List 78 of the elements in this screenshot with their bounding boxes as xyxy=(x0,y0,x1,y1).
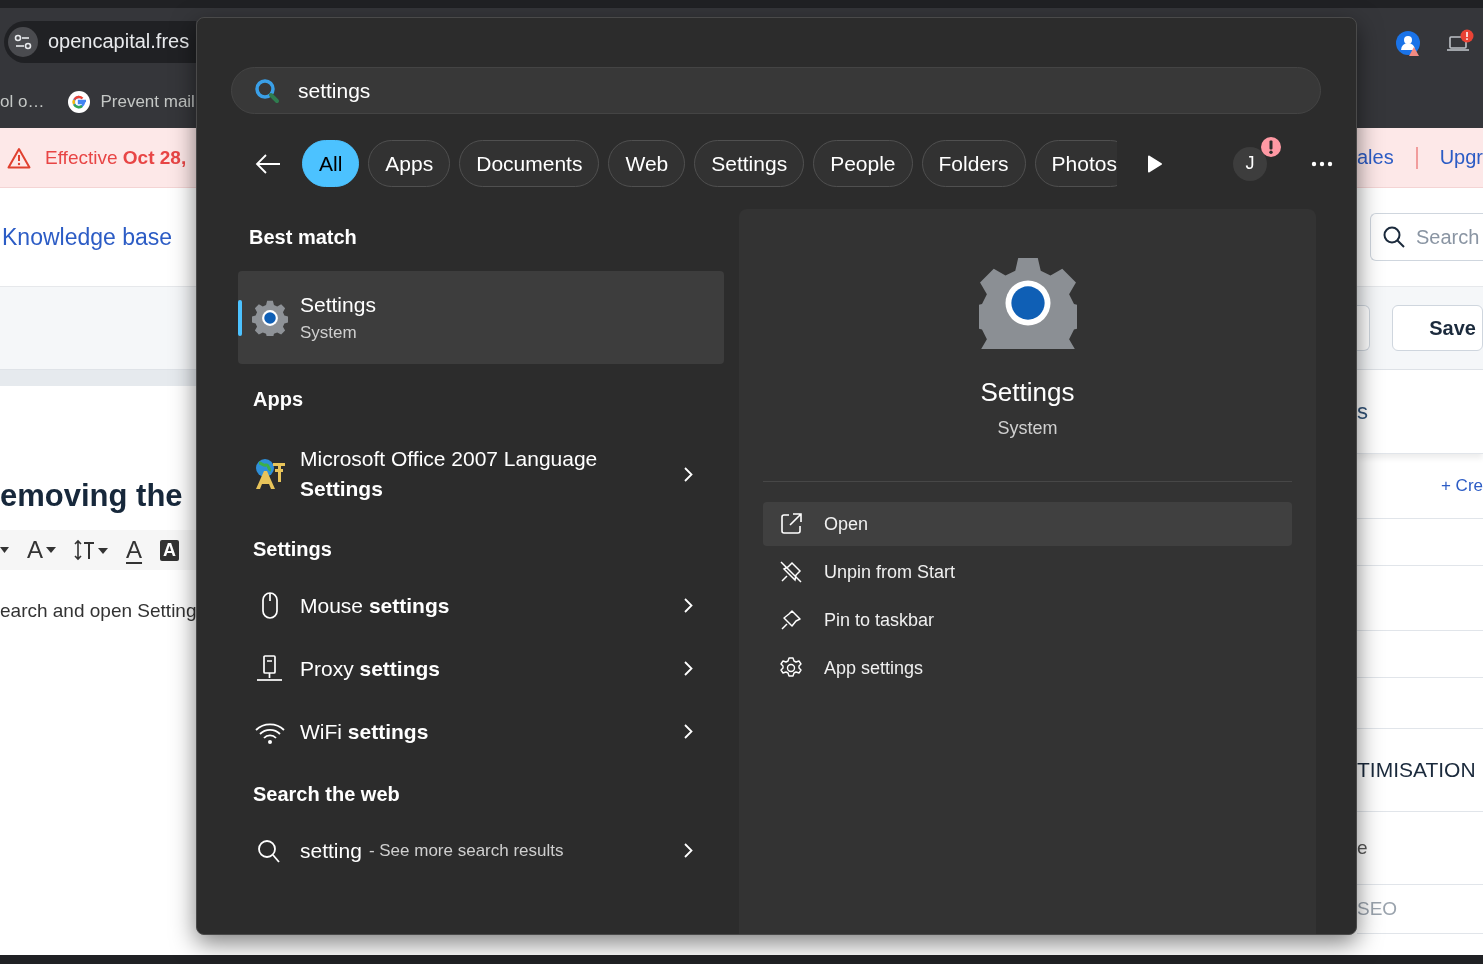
chevron-right-icon xyxy=(684,661,693,676)
article-title: emoving the xyxy=(0,477,184,515)
web-result[interactable]: setting - See more search results xyxy=(238,819,724,882)
search-icon xyxy=(1382,225,1406,249)
action-item[interactable]: Unpin from Start xyxy=(763,550,1292,594)
filter-tab[interactable]: Web xyxy=(608,140,686,187)
setting-result[interactable]: WiFi settings xyxy=(238,700,724,763)
sales-link[interactable]: ales xyxy=(1357,146,1394,169)
site-settings-icon[interactable] xyxy=(8,26,38,57)
settings-gear-icon xyxy=(252,299,288,336)
chevron-right-icon xyxy=(684,598,693,613)
app-type: System xyxy=(300,322,358,343)
app-type: System xyxy=(997,418,1058,439)
app-title: Settings xyxy=(980,377,1075,408)
setting-name: WiFi settings xyxy=(300,719,429,744)
section-heading: Best match xyxy=(248,224,358,250)
setting-result[interactable]: Mouse settings xyxy=(238,574,724,637)
chevron-right-icon xyxy=(684,466,693,482)
action-item[interactable]: App settings xyxy=(763,646,1292,690)
caret-icon[interactable] xyxy=(0,547,9,553)
chevron-right-icon xyxy=(684,843,693,858)
bookmark[interactable]: Prevent mail xyxy=(68,90,195,113)
section-heading: Settings xyxy=(252,536,333,562)
filter-tab[interactable]: Settings xyxy=(694,140,805,187)
pin-icon xyxy=(780,609,802,631)
create-link[interactable]: + Cre xyxy=(1440,476,1483,496)
unpin-icon xyxy=(780,561,802,583)
row-text: e xyxy=(1357,837,1368,859)
app-result[interactable]: Microsoft Office 2007 Language Settings xyxy=(238,434,724,514)
upgrade-link[interactable]: Upgr xyxy=(1439,146,1483,169)
section-heading: Apps xyxy=(252,386,304,412)
more-icon[interactable] xyxy=(1311,160,1333,167)
settings-gear-icon xyxy=(978,257,1077,349)
best-match-item[interactable]: Settings System xyxy=(238,271,724,364)
app-name: Settings xyxy=(300,292,376,317)
search-icon xyxy=(254,77,280,104)
google-logo xyxy=(68,90,91,113)
language-icon xyxy=(253,457,287,491)
filter-tab[interactable]: Photos xyxy=(1034,140,1117,187)
save-button[interactable]: Save xyxy=(1392,305,1483,351)
settings-icon xyxy=(780,657,802,679)
line-height-button[interactable] xyxy=(74,539,108,561)
filter-tab[interactable]: Folders xyxy=(921,140,1026,187)
back-arrow-icon[interactable] xyxy=(255,152,281,175)
setting-name: Mouse settings xyxy=(300,593,450,618)
setting-result[interactable]: Proxy settings xyxy=(238,637,724,700)
filter-tab[interactable]: Documents xyxy=(459,140,600,187)
filter-tab[interactable]: Apps xyxy=(368,140,451,187)
search-hint: - See more search results xyxy=(368,840,564,861)
section-title: s xyxy=(1357,398,1368,425)
account-avatar[interactable]: J xyxy=(1233,146,1267,181)
article-text: earch and open Setting xyxy=(0,600,196,622)
external-link-icon xyxy=(780,513,802,535)
highlight-button[interactable]: A xyxy=(160,539,180,561)
chevron-right-icon xyxy=(684,724,693,739)
warning-icon xyxy=(7,146,31,169)
setting-name: Proxy settings xyxy=(300,656,441,681)
search-field[interactable]: settings xyxy=(231,67,1321,114)
play-icon[interactable] xyxy=(1147,154,1163,173)
line-height-icon xyxy=(74,539,108,561)
profile-icon[interactable] xyxy=(1394,29,1422,57)
section-heading: Search the web xyxy=(252,781,401,807)
section-heading: TIMISATION xyxy=(1357,758,1476,782)
caret-icon xyxy=(46,547,56,553)
address-bar[interactable]: opencapital.fres xyxy=(4,20,196,63)
action-item[interactable]: Pin to taskbar xyxy=(763,598,1292,642)
filter-tab[interactable]: People xyxy=(813,140,913,187)
bookmark[interactable]: ol o… xyxy=(0,91,45,112)
alert-badge-icon xyxy=(1261,136,1281,157)
notice-text: Effective Oct 28, xyxy=(45,146,187,169)
filter-tab[interactable]: All xyxy=(302,140,360,187)
search-query: setting xyxy=(300,838,362,863)
breadcrumb-link[interactable]: Knowledge base xyxy=(2,223,173,251)
app-name: Microsoft Office 2007 Language Settings xyxy=(300,446,599,502)
font-color-button[interactable]: A xyxy=(126,536,143,564)
action-item[interactable]: Open xyxy=(763,502,1292,546)
font-size-button[interactable]: A xyxy=(27,536,56,564)
row-text: SEO xyxy=(1357,898,1398,920)
